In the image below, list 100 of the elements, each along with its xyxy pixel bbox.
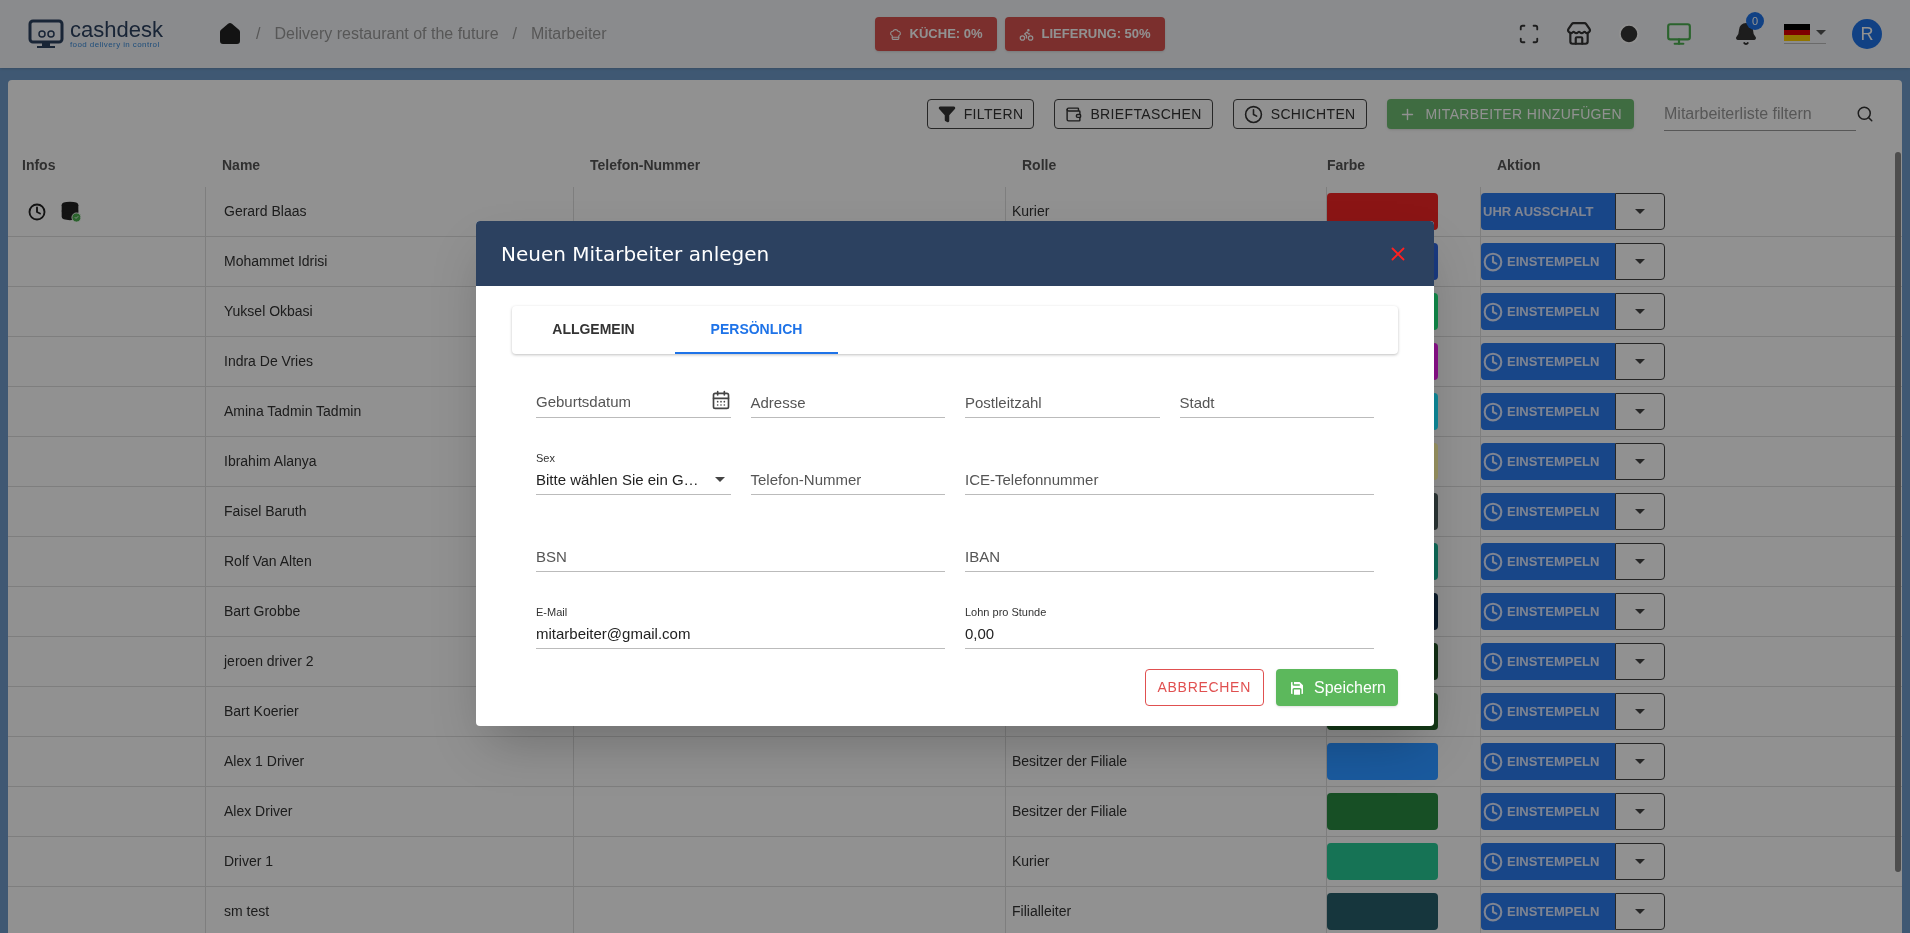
save-button[interactable]: Speichern (1275, 669, 1398, 706)
dropdown-toggle-button[interactable] (1615, 593, 1665, 630)
caret-icon (1635, 859, 1645, 864)
caret-icon (1635, 259, 1645, 264)
toolbar-button[interactable]: SCHICHTEN (1232, 99, 1367, 129)
table-cell-text: Besitzer der Filiale (1012, 752, 1128, 771)
clock-in-button[interactable]: EINSTEMPELN (1481, 743, 1615, 780)
field-placeholder: BSN (536, 546, 567, 567)
dropdown-toggle-button[interactable] (1615, 293, 1665, 330)
input-field[interactable]: Adresse (750, 366, 945, 418)
search-field[interactable]: Mitarbeiterliste filtern (1664, 97, 1856, 131)
breadcrumb-separator: / (512, 24, 517, 44)
input-field[interactable]: BSN (536, 520, 945, 572)
table-cell-text: Kurier (1012, 202, 1050, 221)
input-field[interactable]: IBAN (965, 520, 1374, 572)
clock-in-button[interactable]: EINSTEMPELN (1481, 393, 1615, 430)
input-field[interactable]: Stadt (1179, 366, 1374, 418)
table-cell-text: Ibrahim Alanya (224, 452, 317, 471)
store-icon[interactable] (1566, 21, 1592, 47)
table-cell-text: Mohammet Idrisi (224, 252, 328, 271)
status-badge[interactable]: LIEFERUNG: 50% (1004, 17, 1165, 51)
search-icon (1856, 105, 1874, 123)
column-header: Infos (21, 156, 57, 175)
field-value: Bitte wählen Sie ein G… (536, 469, 699, 490)
scrollbar[interactable] (1895, 152, 1901, 872)
field-label: E-Mail (536, 605, 569, 620)
caret-icon (1635, 309, 1645, 314)
dropdown-toggle-button[interactable] (1615, 643, 1665, 680)
clock-out-button[interactable]: UHR AUSSCHALT (1481, 193, 1615, 230)
column-header: Rolle (1021, 156, 1058, 175)
clock-in-button[interactable]: EINSTEMPELN (1481, 793, 1615, 830)
status-badge[interactable]: KÜCHE: 0% (874, 17, 997, 51)
monitor-logo-icon (28, 19, 64, 49)
color-swatch[interactable] (1327, 793, 1438, 830)
caret-icon (1635, 809, 1645, 814)
input-field[interactable]: E-Mail mitarbeiter@gmail.com (536, 597, 945, 649)
calendar-icon[interactable] (710, 390, 731, 410)
clock-in-button[interactable]: EINSTEMPELN (1481, 843, 1615, 880)
dropdown-toggle-button[interactable] (1615, 193, 1665, 230)
dropdown-toggle-button[interactable] (1615, 243, 1665, 280)
caret-icon (1635, 509, 1645, 514)
dropdown-toggle-button[interactable] (1615, 443, 1665, 480)
brand-tagline: food delivery in control (70, 41, 161, 49)
tab[interactable]: ALLGEMEIN (512, 306, 675, 354)
dropdown-toggle-button[interactable] (1615, 893, 1665, 930)
table-cell-text: Bart Koerier (224, 702, 299, 721)
dropdown-toggle-button[interactable] (1615, 543, 1665, 580)
table-cell-text: Amina Tadmin Tadmin (224, 402, 362, 421)
field-value: mitarbeiter@gmail.com (536, 623, 691, 644)
dropdown-toggle-button[interactable] (1615, 343, 1665, 380)
input-field[interactable]: Postleitzahl (965, 366, 1160, 418)
color-swatch[interactable] (1327, 843, 1438, 880)
caret-icon (1635, 209, 1645, 214)
clock-in-button[interactable]: EINSTEMPELN (1481, 293, 1615, 330)
caret-icon (1635, 659, 1645, 664)
select-field[interactable]: Sex Bitte wählen Sie ein G… (536, 443, 731, 495)
home-icon[interactable] (218, 22, 242, 46)
table-cell-text: Alex 1 Driver (224, 752, 305, 771)
column-header: Telefon-Nummer (589, 156, 702, 175)
dialog-title: Neuen Mitarbeiter anlegen (501, 240, 770, 268)
caret-icon (1816, 30, 1826, 35)
field-placeholder: IBAN (965, 546, 1000, 567)
input-field[interactable]: Telefon-Nummer (750, 443, 945, 495)
dropdown-toggle-button[interactable] (1615, 493, 1665, 530)
field-placeholder: Stadt (1179, 392, 1215, 413)
toolbar-button[interactable]: FILTERN (926, 99, 1035, 129)
date-field[interactable]: Geburtsdatum (536, 366, 731, 418)
language-select[interactable] (1784, 24, 1826, 44)
add-employee-button[interactable]: MITARBEITER HINZUFÜGEN (1386, 99, 1634, 129)
filter-icon (937, 105, 956, 123)
tab[interactable]: PERSÖNLICH (675, 306, 838, 354)
clock-in-button[interactable]: EINSTEMPELN (1481, 343, 1615, 380)
field-value: 0,00 (965, 623, 995, 644)
dropdown-toggle-button[interactable] (1615, 743, 1665, 780)
chef-hat-icon (888, 27, 902, 41)
clock-in-button[interactable]: EINSTEMPELN (1481, 693, 1615, 730)
table-cell-text: jeroen driver 2 (224, 652, 314, 671)
table-cell-text: Bart Grobbe (224, 602, 301, 621)
clock-in-button[interactable]: EINSTEMPELN (1481, 243, 1615, 280)
dropdown-toggle-button[interactable] (1615, 793, 1665, 830)
cancel-button[interactable]: ABBRECHEN (1144, 669, 1264, 706)
table-cell-text: Yuksel Okbasi (224, 302, 313, 321)
toolbar-button[interactable]: BRIEFTASCHEN (1054, 99, 1213, 129)
color-swatch[interactable] (1327, 893, 1438, 930)
caret-icon (1635, 559, 1645, 564)
clock-in-button[interactable]: EINSTEMPELN (1481, 543, 1615, 580)
clock-in-button[interactable]: EINSTEMPELN (1481, 493, 1615, 530)
table-cell-text: Faisel Baruth (224, 502, 307, 521)
color-swatch[interactable] (1327, 743, 1438, 780)
input-field[interactable]: Lohn pro Stunde 0,00 (965, 597, 1374, 649)
dropdown-toggle-button[interactable] (1615, 693, 1665, 730)
clock-in-button[interactable]: EINSTEMPELN (1481, 893, 1615, 930)
user-avatar[interactable]: R (1852, 19, 1882, 49)
clock-in-button[interactable]: EINSTEMPELN (1481, 593, 1615, 630)
input-field[interactable]: ICE-Telefonnummer (965, 443, 1374, 495)
dropdown-toggle-button[interactable] (1615, 393, 1665, 430)
clock-in-button[interactable]: EINSTEMPELN (1481, 643, 1615, 680)
clock-in-button[interactable]: EINSTEMPELN (1481, 443, 1615, 480)
fullscreen-icon[interactable] (1518, 23, 1540, 45)
dropdown-toggle-button[interactable] (1615, 843, 1665, 880)
